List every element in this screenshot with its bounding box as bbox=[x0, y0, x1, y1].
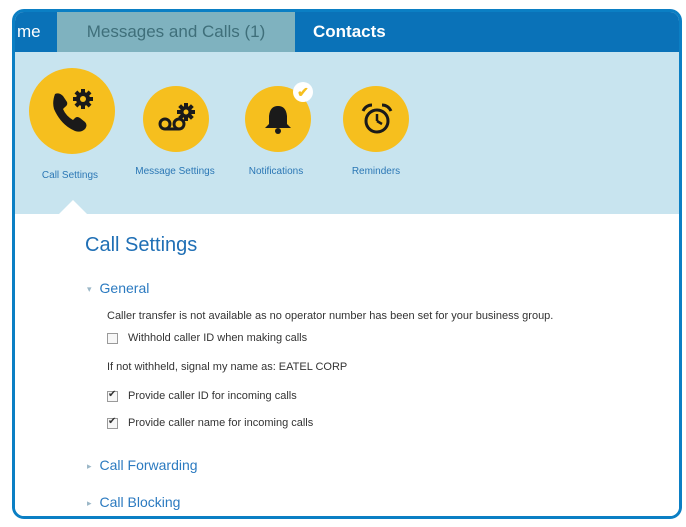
toolbar-item-message-settings[interactable]: Message Settings bbox=[135, 52, 215, 202]
caret-right-icon: ▸ bbox=[87, 460, 92, 471]
toolbar-item-reminders[interactable]: Reminders bbox=[331, 52, 421, 202]
caret-right-icon: ▸ bbox=[87, 497, 92, 508]
section-general[interactable]: ▾ General bbox=[87, 280, 149, 296]
check-badge-icon: ✔ bbox=[293, 82, 313, 102]
tab-messages-and-calls[interactable]: Messages and Calls (1) bbox=[57, 12, 295, 52]
withhold-caller-id-checkbox[interactable] bbox=[107, 332, 118, 344]
section-general-label: General bbox=[99, 280, 150, 296]
caret-down-icon: ▾ bbox=[87, 283, 92, 294]
section-call-blocking[interactable]: ▸ Call Blocking bbox=[87, 494, 180, 510]
call-settings-label: Call Settings bbox=[41, 170, 99, 181]
provide-caller-id-checkbox[interactable] bbox=[107, 389, 118, 402]
phone-gear-icon bbox=[53, 89, 93, 132]
provide-caller-id-label: Provide caller ID for incoming calls bbox=[128, 390, 297, 402]
settings-content: Call Settings ▾ General Caller transfer i… bbox=[15, 214, 679, 516]
tab-home[interactable]: me bbox=[15, 12, 57, 52]
section-call-forwarding-label: Call Forwarding bbox=[99, 457, 198, 473]
provide-caller-name-checkbox[interactable] bbox=[107, 416, 118, 429]
signal-name-text: If not withheld, signal my name as: EATE… bbox=[107, 361, 348, 373]
bell-icon bbox=[265, 106, 291, 134]
withhold-caller-id-label: Withhold caller ID when making calls bbox=[128, 332, 308, 344]
provide-caller-id-option[interactable]: Provide caller ID for incoming calls bbox=[107, 389, 297, 402]
app-frame: me Messages and Calls (1) Contacts Call … bbox=[12, 9, 682, 519]
caller-transfer-note: Caller transfer is not available as no o… bbox=[107, 310, 554, 322]
reminders-label: Reminders bbox=[351, 166, 401, 177]
toolbar-item-notifications[interactable]: ✔ Notifications bbox=[231, 52, 321, 202]
voicemail-gear-icon bbox=[158, 103, 195, 131]
page-title: Call Settings bbox=[85, 234, 198, 256]
provide-caller-name-label: Provide caller name for incoming calls bbox=[128, 417, 314, 429]
section-call-blocking-label: Call Blocking bbox=[99, 494, 181, 510]
tab-contacts[interactable]: Contacts bbox=[303, 12, 403, 52]
provide-caller-name-option[interactable]: Provide caller name for incoming calls bbox=[107, 416, 314, 429]
message-settings-label: Message Settings bbox=[135, 166, 215, 177]
section-call-forwarding[interactable]: ▸ Call Forwarding bbox=[87, 457, 198, 473]
notifications-label: Notifications bbox=[248, 166, 304, 177]
settings-icon-bar: Call Settings Message Settings ✔ Notific… bbox=[15, 52, 679, 214]
withhold-caller-id-option[interactable]: Withhold caller ID when making calls bbox=[107, 332, 307, 344]
top-navigation: me Messages and Calls (1) Contacts bbox=[15, 12, 679, 52]
selected-pointer bbox=[59, 200, 87, 214]
toolbar-item-call-settings[interactable]: Call Settings bbox=[25, 52, 115, 202]
alarm-clock-icon bbox=[361, 103, 393, 134]
